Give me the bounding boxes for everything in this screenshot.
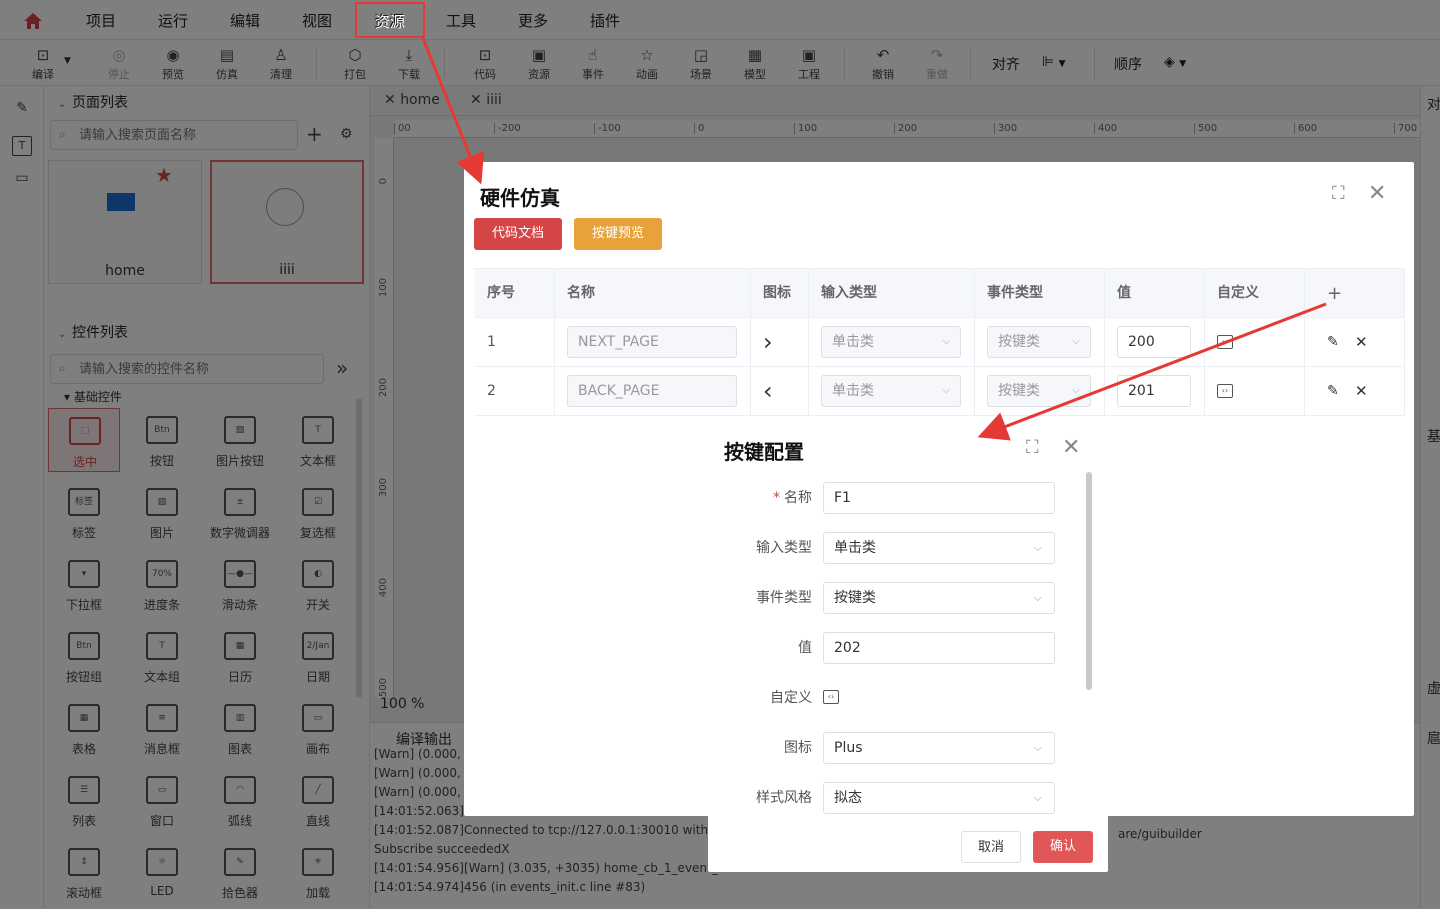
style-select[interactable]: 拟态 ⌵ [823, 782, 1055, 814]
edit-icon[interactable]: ✎ [1327, 367, 1339, 416]
code-doc-button[interactable]: 代码文档 [474, 218, 562, 250]
col-value: 值 [1105, 269, 1205, 318]
dialog-scrollbar[interactable] [1086, 472, 1092, 690]
row-value-input[interactable]: 201 [1117, 375, 1191, 407]
resource-menu-highlight[interactable]: 资源 [355, 2, 425, 38]
table-header: 序号 名称 图标 输入类型 事件类型 值 自定义 + [475, 269, 1405, 318]
row-value-input[interactable]: 200 [1117, 326, 1191, 358]
chevron-down-icon: ⌵ [1072, 336, 1080, 347]
chevron-down-icon: ⌵ [1033, 591, 1042, 604]
add-row-button[interactable]: + [1305, 269, 1405, 318]
required-mark: * [773, 490, 780, 506]
row-name-input[interactable]: BACK_PAGE [567, 375, 737, 407]
row-event-type-select[interactable]: 按键类 ⌵ [987, 326, 1091, 358]
chevron-down-icon: ⌵ [1033, 791, 1042, 804]
maximize-icon[interactable]: ⛶ [1332, 184, 1345, 204]
row-input-type-select[interactable]: 单击类 ⌵ [821, 375, 961, 407]
code-edit-icon[interactable]: ‹› [823, 690, 839, 704]
chevron-right-icon[interactable]: › [751, 318, 809, 367]
field-style: 样式风格 拟态 ⌵ [708, 782, 1068, 814]
event-type-select[interactable]: 按键类 ⌵ [823, 582, 1055, 614]
col-name: 名称 [555, 269, 751, 318]
field-input-type: 输入类型 单击类 ⌵ [708, 532, 1068, 564]
chevron-down-icon: ⌵ [1033, 541, 1042, 554]
row-input-type-select[interactable]: 单击类 ⌵ [821, 326, 961, 358]
close-icon[interactable]: ✕ [1062, 437, 1080, 459]
col-custom: 自定义 [1205, 269, 1305, 318]
code-edit-icon[interactable]: ‹› [1217, 384, 1233, 398]
row-name-input[interactable]: NEXT_PAGE [567, 326, 737, 358]
maximize-icon[interactable]: ⛶ [1026, 438, 1039, 458]
col-icon: 图标 [751, 269, 809, 318]
chevron-down-icon: ⌵ [942, 385, 950, 396]
row-event-type-select[interactable]: 按键类 ⌵ [987, 375, 1091, 407]
value-input[interactable]: 202 [823, 632, 1055, 664]
confirm-button[interactable]: 确认 [1033, 831, 1093, 863]
chevron-left-icon[interactable]: ‹ [751, 367, 809, 416]
key-preview-button[interactable]: 按键预览 [574, 218, 662, 250]
field-custom: 自定义 ‹› [708, 682, 1068, 714]
chevron-down-icon: ⌵ [942, 336, 950, 347]
icon-select[interactable]: Plus ⌵ [823, 732, 1055, 764]
input-type-select[interactable]: 单击类 ⌵ [823, 532, 1055, 564]
chevron-down-icon: ⌵ [1033, 741, 1042, 754]
field-event-type: 事件类型 按键类 ⌵ [708, 582, 1068, 614]
dialog-title: 硬件仿真 [480, 186, 560, 210]
col-index: 序号 [475, 269, 555, 318]
delete-icon[interactable]: ✕ [1355, 367, 1368, 416]
close-icon[interactable]: ✕ [1368, 183, 1386, 205]
table-row: 2 BACK_PAGE ‹ 单击类 ⌵ 按键类 ⌵ 201 ‹› ✎ ✕ [475, 367, 1405, 416]
edit-icon[interactable]: ✎ [1327, 318, 1339, 367]
row-index: 1 [475, 318, 555, 367]
cancel-button[interactable]: 取消 [961, 831, 1021, 863]
chevron-down-icon: ⌵ [1072, 385, 1080, 396]
field-value: 值 202 [708, 632, 1068, 664]
dialog-title: 按键配置 [724, 440, 804, 464]
field-icon: 图标 Plus ⌵ [708, 732, 1068, 764]
field-name: * 名称 F1 [708, 482, 1068, 514]
col-input-type: 输入类型 [809, 269, 975, 318]
col-event-type: 事件类型 [975, 269, 1105, 318]
delete-icon[interactable]: ✕ [1355, 318, 1368, 367]
row-index: 2 [475, 367, 555, 416]
key-config-dialog: 按键配置 ⛶ ✕ * 名称 F1 输入类型 单击类 ⌵ 事件类型 按键类 ⌵ 值 20… [708, 416, 1108, 872]
table-row: 1 NEXT_PAGE › 单击类 ⌵ 按键类 ⌵ 200 ‹› ✎ ✕ [475, 318, 1405, 367]
key-table: 序号 名称 图标 输入类型 事件类型 值 自定义 + 1 NEXT_PAGE › 单击… [474, 268, 1405, 416]
name-input[interactable]: F1 [823, 482, 1055, 514]
code-edit-icon[interactable]: ‹› [1217, 335, 1233, 349]
